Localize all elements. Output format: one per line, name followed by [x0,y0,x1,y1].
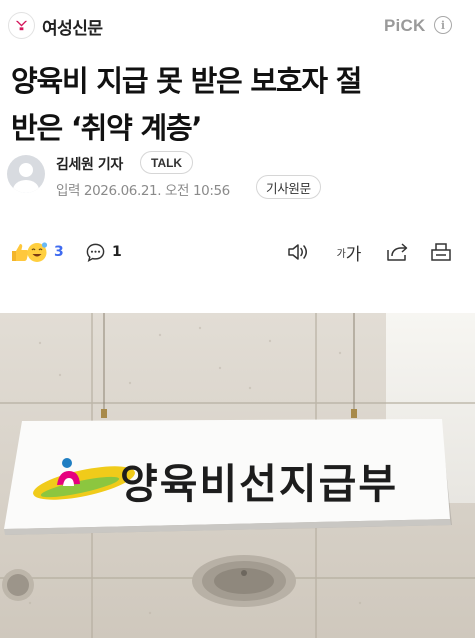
avatar[interactable] [7,155,45,193]
article-title-line2: 반은 ‘취약 계층’ [11,111,203,145]
comment-button[interactable]: 1 [85,240,122,264]
press-logo-mark [15,20,28,31]
emoji-face-icon [27,242,48,262]
reaction-count: 3 [54,244,64,260]
font-size-big-label: 가 [345,244,362,265]
speaker-icon [288,244,307,260]
original-article-button[interactable]: 기사원문 [256,175,321,199]
talk-button[interactable]: TALK [140,151,194,174]
top-bar: 여성신문 PiCK i [0,0,475,52]
reaction-button[interactable]: 3 [8,238,64,266]
article-title-line1: 양육비 지급 못 받은 보호자 절 [11,64,362,98]
comment-count: 1 [112,244,122,260]
font-size-button[interactable]: 가가 [331,240,367,265]
reporter-name[interactable]: 김세원 기자 [56,154,123,174]
comment-icon [86,243,105,262]
publish-date: 입력 2026.06.21. 오전 10:56 [56,183,230,199]
press-logo-icon[interactable] [8,12,35,39]
share-button[interactable] [384,240,410,264]
press-name[interactable]: 여성신문 [42,14,103,39]
article-title: 양육비 지급 못 받은 보호자 절 반은 ‘취약 계층’ [11,58,466,152]
sign-text: 양육비선지급부 [120,460,398,508]
info-icon[interactable]: i [434,16,452,34]
font-size-small-label: 가 [336,248,346,260]
share-icon [387,243,408,261]
article-photo-scene: 양육비선지급부 [0,313,475,638]
pick-label: PiCK [384,16,426,35]
article-photo: 양육비선지급부 [0,313,475,638]
print-icon [431,243,451,261]
print-button[interactable] [428,240,454,264]
tts-button[interactable] [285,240,311,264]
avatar-placeholder-icon [13,163,39,193]
